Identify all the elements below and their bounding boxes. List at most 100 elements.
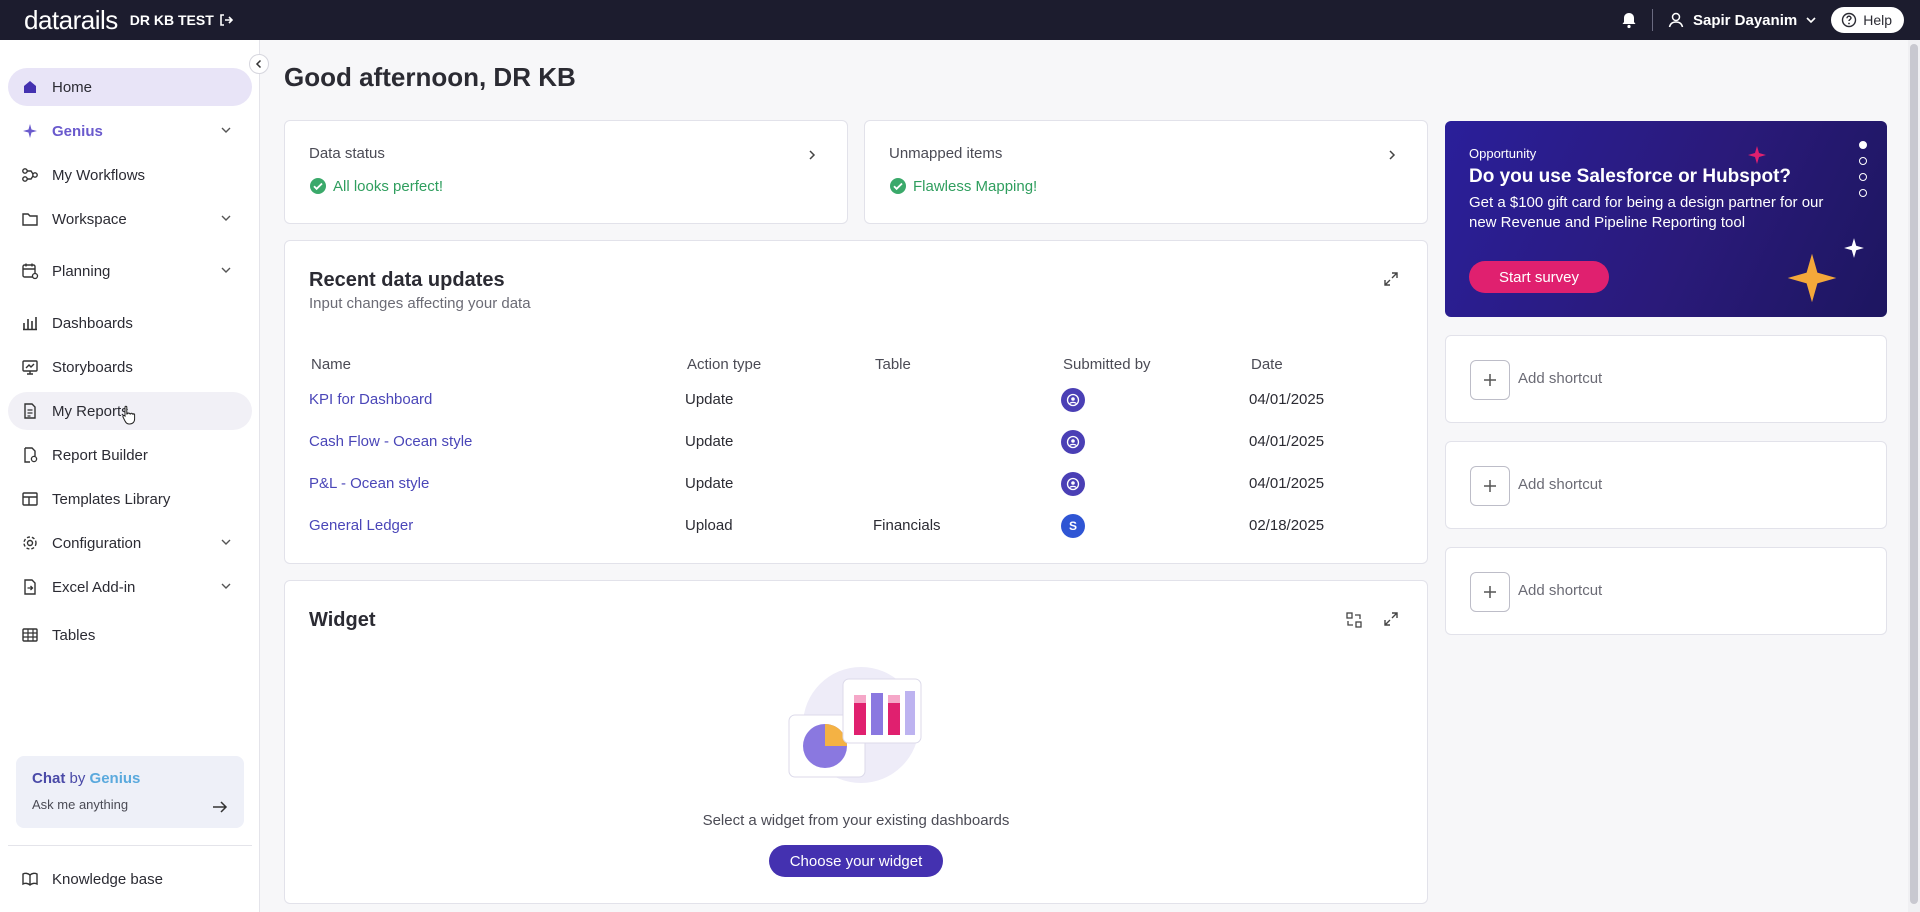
- user-icon: [1668, 12, 1684, 28]
- sidebar-item-label: Planning: [52, 262, 111, 280]
- recent-updates-title: Recent data updates: [309, 269, 505, 291]
- row-name-link[interactable]: KPI for Dashboard: [309, 391, 432, 408]
- document-icon: [20, 401, 40, 421]
- notifications-bell-icon[interactable]: [1620, 11, 1638, 29]
- chat-title: Chat by Genius: [32, 770, 228, 787]
- column-header-name[interactable]: Name: [311, 356, 351, 373]
- chevron-down-icon: [221, 127, 231, 133]
- promo-eyebrow: Opportunity: [1469, 146, 1537, 161]
- row-action: Upload: [685, 517, 733, 534]
- carousel-dot[interactable]: [1859, 189, 1867, 197]
- book-icon: [20, 869, 40, 889]
- chevron-down-icon: [221, 267, 231, 273]
- table-row[interactable]: KPI for Dashboard Update 04/01/2025: [285, 379, 1427, 421]
- sidebar-item-dashboards[interactable]: Dashboards: [8, 304, 252, 342]
- carousel-dots: [1859, 141, 1867, 197]
- sidebar-item-report-builder[interactable]: Report Builder: [8, 436, 252, 474]
- sidebar-item-workspace[interactable]: Workspace: [8, 200, 252, 238]
- promo-body: Get a $100 gift card for being a design …: [1469, 194, 1824, 231]
- workspace-switcher[interactable]: DR KB TEST: [130, 12, 233, 28]
- bar-chart-icon: [20, 313, 40, 333]
- row-name-link[interactable]: Cash Flow - Ocean style: [309, 433, 472, 450]
- user-menu[interactable]: Sapir Dayanim: [1667, 11, 1817, 29]
- add-shortcut-card[interactable]: Add shortcut: [1445, 335, 1887, 423]
- sidebar-item-label: Configuration: [52, 534, 142, 552]
- presentation-chart-icon: [20, 357, 40, 377]
- data-status-text: All looks perfect!: [333, 177, 444, 195]
- row-action: Update: [685, 433, 734, 450]
- column-header-submitted-by[interactable]: Submitted by: [1063, 356, 1151, 373]
- carousel-dot[interactable]: [1859, 173, 1867, 181]
- swap-widget-icon[interactable]: [1345, 611, 1363, 629]
- sparkle-icon: [1748, 146, 1766, 164]
- sidebar-item-label: Knowledge base: [52, 870, 163, 888]
- sidebar-item-home[interactable]: Home: [8, 68, 252, 106]
- system-user-avatar: [1061, 472, 1085, 496]
- sidebar-item-label: My Workflows: [52, 166, 146, 184]
- help-label: Help: [1863, 12, 1892, 28]
- sidebar-item-label: Dashboards: [52, 314, 133, 332]
- sidebar-item-label: Genius: [52, 122, 103, 140]
- sync-user-icon: [1066, 435, 1080, 449]
- start-survey-button[interactable]: Start survey: [1469, 261, 1609, 293]
- sidebar-item-knowledge-base[interactable]: Knowledge base: [8, 860, 252, 898]
- unmapped-items-text: Flawless Mapping!: [913, 177, 1038, 195]
- sidebar-item-tables[interactable]: Tables: [8, 616, 252, 654]
- column-header-action-type[interactable]: Action type: [687, 356, 761, 373]
- sidebar-item-label: Storyboards: [52, 358, 133, 376]
- sidebar-item-label: Report Builder: [52, 446, 148, 464]
- logout-icon: [219, 14, 233, 26]
- sidebar-item-my-workflows[interactable]: My Workflows: [8, 156, 252, 194]
- add-shortcut-card[interactable]: Add shortcut: [1445, 441, 1887, 529]
- expand-icon[interactable]: [1383, 271, 1399, 287]
- system-user-avatar: [1061, 430, 1085, 454]
- arrow-right-icon[interactable]: [212, 800, 228, 814]
- datarails-logo[interactable]: datarails: [24, 5, 118, 36]
- check-circle-icon: [890, 178, 906, 194]
- sync-user-icon: [1066, 393, 1080, 407]
- sync-user-icon: [1066, 477, 1080, 491]
- add-shortcut-card[interactable]: Add shortcut: [1445, 547, 1887, 635]
- expand-icon[interactable]: [1383, 611, 1399, 627]
- sidebar-item-storyboards[interactable]: Storyboards: [8, 348, 252, 386]
- system-user-avatar: [1061, 388, 1085, 412]
- unmapped-items-card[interactable]: Unmapped items Flawless Mapping!: [864, 120, 1428, 224]
- unmapped-items-label: Unmapped items: [889, 145, 1003, 162]
- data-status-card[interactable]: Data status All looks perfect!: [284, 120, 848, 224]
- workspace-name: DR KB TEST: [129, 12, 214, 28]
- table-row[interactable]: P&L - Ocean style Update 04/01/2025: [285, 463, 1427, 505]
- sidebar-item-planning[interactable]: Planning: [8, 252, 252, 290]
- topbar-divider: [1651, 9, 1653, 31]
- user-avatar: S: [1061, 514, 1085, 538]
- chevron-right-icon: [1389, 150, 1396, 160]
- collapse-sidebar-button[interactable]: [249, 54, 269, 74]
- sidebar-item-templates-library[interactable]: Templates Library: [8, 480, 252, 518]
- chevron-down-icon: [1806, 17, 1816, 24]
- chevron-down-icon: [221, 583, 231, 589]
- sidebar-item-configuration[interactable]: Configuration: [8, 524, 252, 562]
- carousel-dot[interactable]: [1859, 141, 1867, 149]
- data-status-label: Data status: [309, 145, 385, 162]
- chat-by-genius-card[interactable]: Chat by Genius Ask me anything: [16, 756, 244, 828]
- chat-title-prefix: Chat: [32, 770, 66, 787]
- row-table: Financials: [873, 517, 941, 534]
- home-icon: [20, 77, 40, 97]
- sidebar-item-excel-add-in[interactable]: Excel Add-in: [8, 568, 252, 606]
- sidebar-item-my-reports[interactable]: My Reports: [8, 392, 252, 430]
- page-scrollbar[interactable]: [1908, 40, 1920, 912]
- chevron-down-icon: [221, 215, 231, 221]
- sidebar-item-genius[interactable]: Genius: [8, 112, 252, 150]
- table-row[interactable]: General Ledger Upload Financials S 02/18…: [285, 505, 1427, 547]
- help-button[interactable]: Help: [1831, 7, 1904, 33]
- row-name-link[interactable]: General Ledger: [309, 517, 413, 534]
- sparkle-icon: [1787, 253, 1837, 303]
- table-row[interactable]: Cash Flow - Ocean style Update 04/01/202…: [285, 421, 1427, 463]
- row-name-link[interactable]: P&L - Ocean style: [309, 475, 429, 492]
- add-shortcut-label: Add shortcut: [1518, 582, 1603, 599]
- column-header-table[interactable]: Table: [875, 356, 911, 373]
- column-header-date[interactable]: Date: [1251, 356, 1283, 373]
- scrollbar-thumb[interactable]: [1910, 44, 1918, 904]
- widget-empty-illustration: [788, 667, 922, 783]
- choose-widget-button[interactable]: Choose your widget: [769, 845, 943, 877]
- carousel-dot[interactable]: [1859, 157, 1867, 165]
